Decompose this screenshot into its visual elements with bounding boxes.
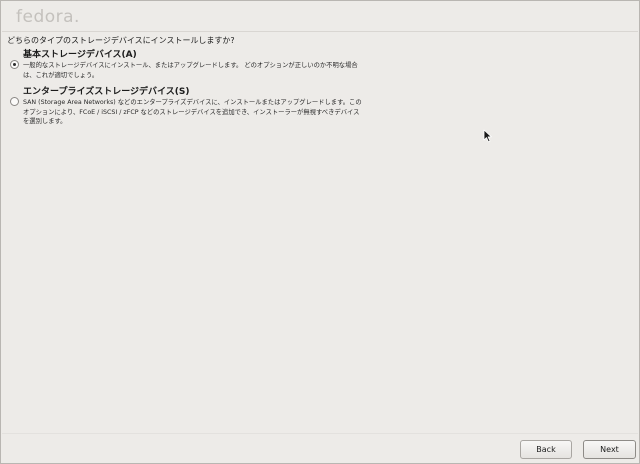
storage-type-question: どちらのタイプのストレージデバイスにインストールしますか? xyxy=(7,36,235,45)
mouse-pointer-icon xyxy=(483,129,492,143)
logo-text: fedora xyxy=(16,7,75,27)
description-line: は、これが適切でしょう。 xyxy=(23,71,99,79)
option-enterprise-storage-description: SAN (Storage Area Networks) などのエンタープライズデ… xyxy=(23,98,413,127)
description-line: SAN (Storage Area Networks) などのエンタープライズデ… xyxy=(23,99,362,106)
installer-window: fedora. どちらのタイプのストレージデバイスにインストールしますか? 基本… xyxy=(0,0,640,464)
option-basic-storage-title[interactable]: 基本ストレージデバイス(A) xyxy=(23,50,413,61)
option-basic-storage-description: 一般的なストレージデバイスにインストール、またはアップグレードします。 どのオプ… xyxy=(23,61,413,80)
back-button[interactable]: Back xyxy=(520,440,572,459)
footer-divider xyxy=(2,433,638,434)
header-divider xyxy=(2,31,638,32)
option-basic-storage-text: 基本ストレージデバイス(A) 一般的なストレージデバイスにインストール、またはア… xyxy=(23,50,413,80)
description-line: 一般的なストレージデバイスにインストール、またはアップグレードします。 どのオプ… xyxy=(23,62,358,69)
fedora-logo: fedora. xyxy=(16,7,80,27)
description-line: を選別します。 xyxy=(23,118,67,125)
header-bar: fedora. xyxy=(2,2,638,31)
radio-basic-storage[interactable] xyxy=(10,60,19,69)
logo-dot: . xyxy=(74,7,80,27)
radio-enterprise-storage[interactable] xyxy=(10,97,19,106)
next-button[interactable]: Next xyxy=(583,440,636,459)
option-enterprise-storage-text: エンタープライズストレージデバイス(S) SAN (Storage Area N… xyxy=(23,87,413,127)
description-line: オプションにより、FCoE / iSCSI / zFCP などのストレージデバイ… xyxy=(23,108,360,116)
option-enterprise-storage-title[interactable]: エンタープライズストレージデバイス(S) xyxy=(23,87,413,98)
